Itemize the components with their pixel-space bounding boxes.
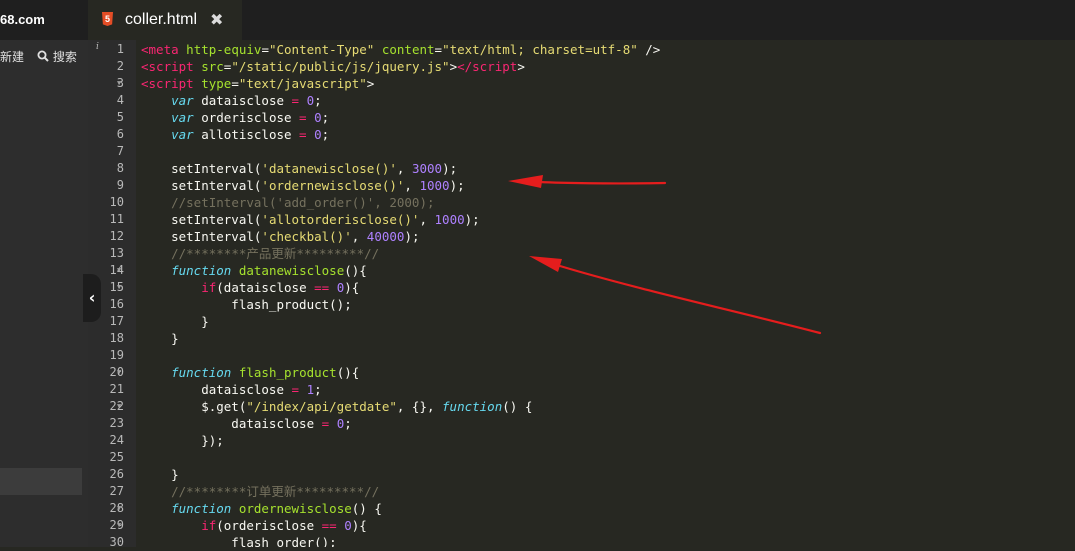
red-arrow-annotation — [508, 175, 667, 188]
red-arrow-annotation — [529, 256, 822, 335]
annotation-arrows — [508, 175, 822, 335]
